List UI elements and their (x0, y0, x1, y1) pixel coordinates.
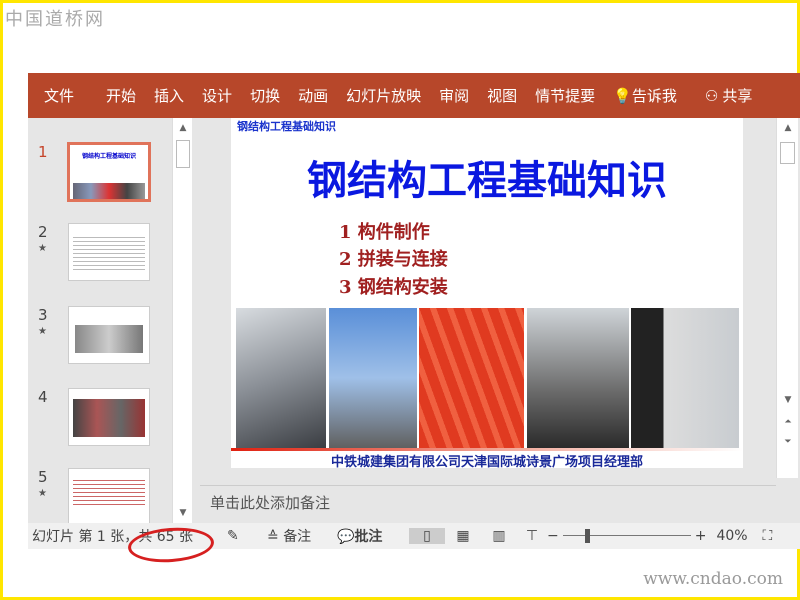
animation-star-icon: ★ (38, 243, 47, 254)
tell-me[interactable]: 💡告诉我 (613, 85, 677, 106)
tab-review[interactable]: 审阅 (439, 85, 469, 106)
fit-to-window-icon[interactable]: ⛶ (762, 528, 772, 544)
construction-photo (329, 308, 417, 448)
slide-thumb (68, 223, 150, 281)
slide-sorter-icon[interactable]: ▦ (445, 528, 481, 544)
normal-view-icon[interactable]: ▯ (409, 528, 445, 544)
slide-number: 4 (38, 388, 48, 406)
tab-animations[interactable]: 动画 (298, 85, 328, 106)
slide-footer: 中铁城建集团有限公司天津国际城诗景广场项目经理部 (330, 455, 643, 468)
lightbulb-icon: 💡 (613, 87, 632, 105)
person-add-icon: ⚇ (704, 87, 719, 105)
scroll-down-icon[interactable]: ▼ (174, 505, 192, 521)
slide-number: 2 (38, 223, 48, 241)
zoom-level[interactable]: 40% (716, 528, 756, 544)
comments-button[interactable]: 💬批注 (337, 526, 409, 546)
reading-view-icon[interactable]: ▥ (481, 528, 517, 544)
scroll-thumb[interactable] (780, 142, 795, 164)
construction-photo (527, 308, 629, 448)
thumbnail-5[interactable]: 5 ★ (28, 468, 178, 528)
slide-small-title: 钢结构工程基础知识 (237, 120, 336, 133)
slide-thumb: 钢结构工程基础知识 (67, 142, 151, 202)
next-slide-icon[interactable]: ⏷ (779, 434, 797, 450)
ribbon: 文件 开始 插入 设计 切换 动画 幻灯片放映 审阅 视图 情节提要 💡告诉我 … (28, 73, 800, 118)
scroll-thumb[interactable] (176, 140, 190, 168)
scroll-down-icon[interactable]: ▼ (779, 392, 797, 408)
slide-list-item: 3 钢结构安装 (339, 277, 448, 298)
previous-slide-icon[interactable]: ⏶ (779, 414, 797, 430)
animation-star-icon: ★ (38, 326, 47, 337)
thumbnail-1[interactable]: 1 钢结构工程基础知识 (28, 142, 178, 203)
slide-thumb (68, 468, 150, 526)
slide-list-item: 1 构件制作 (339, 222, 430, 243)
slideshow-icon[interactable]: ⊤ (517, 528, 547, 544)
thumbnail-3[interactable]: 3 ★ (28, 306, 178, 366)
thumbnail-scrollbar[interactable]: ▲ ▼ (172, 118, 192, 523)
slide-number: 1 (38, 143, 48, 161)
construction-photo (631, 308, 739, 448)
notes-pane[interactable]: 单击此处添加备注 (200, 485, 776, 518)
tab-file[interactable]: 文件 (44, 85, 74, 106)
notes-edit-icon[interactable]: ✎ (227, 528, 267, 544)
tab-view[interactable]: 视图 (487, 85, 517, 106)
tab-storyboard[interactable]: 情节提要 (535, 85, 595, 106)
construction-photo (419, 308, 524, 448)
watermark-top: 中国道桥网 (5, 9, 105, 30)
tab-slideshow[interactable]: 幻灯片放映 (346, 85, 421, 106)
animation-star-icon: ★ (38, 488, 47, 499)
construction-photo (236, 308, 326, 448)
notes-button[interactable]: ≙ 备注 (267, 526, 337, 546)
thumbnail-2[interactable]: 2 ★ (28, 223, 178, 283)
zoom-in-button[interactable]: + (695, 528, 707, 544)
slide-canvas[interactable]: 钢结构工程基础知识 钢结构工程基础知识 1 构件制作 2 拼装与连接 3 钢结构… (231, 118, 743, 468)
slide-number: 5 (38, 468, 48, 486)
tab-home[interactable]: 开始 (106, 85, 136, 106)
scroll-up-icon[interactable]: ▲ (174, 120, 192, 136)
tab-transitions[interactable]: 切换 (250, 85, 280, 106)
slide-thumb (68, 306, 150, 364)
slide-number: 3 (38, 306, 48, 324)
slide-list-item: 2 拼装与连接 (339, 249, 448, 270)
slide-title: 钢结构工程基础知识 (307, 158, 667, 204)
thumbnail-4[interactable]: 4 (28, 388, 178, 448)
share-button[interactable]: ⚇ 共享 (705, 85, 752, 106)
scroll-up-icon[interactable]: ▲ (779, 120, 797, 136)
tab-insert[interactable]: 插入 (154, 85, 184, 106)
slide-scrollbar[interactable]: ▲ ▼ ⏶ ⏷ (776, 118, 798, 478)
zoom-out-button[interactable]: − (547, 528, 559, 544)
tab-design[interactable]: 设计 (202, 85, 232, 106)
watermark-bottom: www.cndao.com (643, 569, 783, 589)
powerpoint-window: 文件 开始 插入 设计 切换 动画 幻灯片放映 审阅 视图 情节提要 💡告诉我 … (28, 73, 800, 565)
slide-thumb (68, 388, 150, 446)
zoom-slider[interactable] (562, 529, 691, 543)
thumbnail-pane: 1 钢结构工程基础知识 2 ★ 3 ★ 4 5 ★ ▲ ▼ (28, 118, 196, 526)
